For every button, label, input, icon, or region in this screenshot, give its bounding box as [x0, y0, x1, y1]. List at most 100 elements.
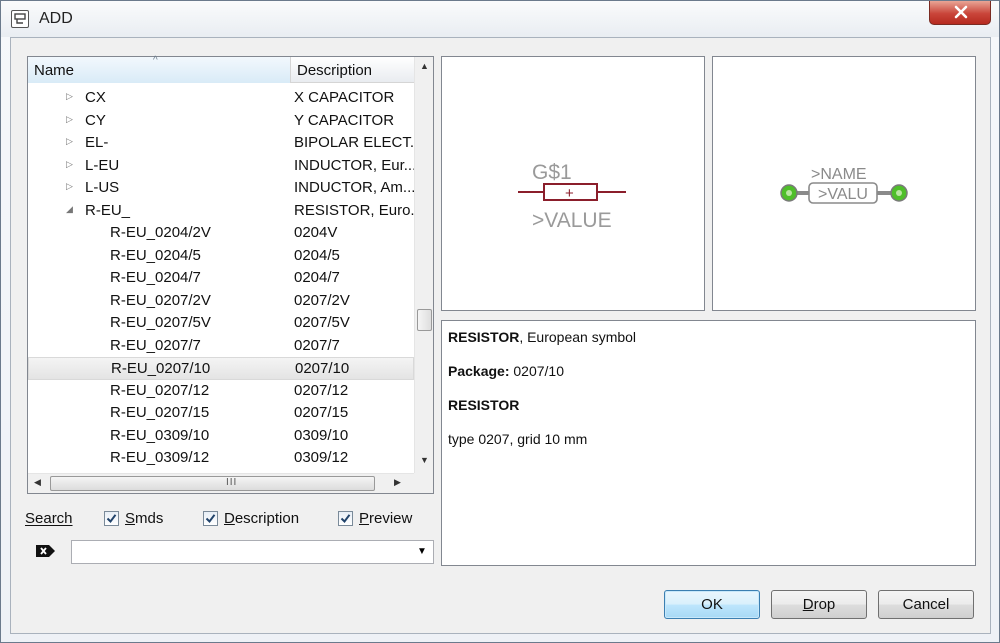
- tree-row-name: L-EU: [85, 156, 120, 174]
- symbol-preview: G$1 + >VALUE: [441, 56, 705, 311]
- window-title: ADD: [39, 10, 73, 27]
- scroll-down-icon[interactable]: ▼: [420, 455, 429, 465]
- ok-button[interactable]: OK: [664, 590, 760, 619]
- tree-row-name: R-EU_0207/15: [110, 404, 210, 421]
- collapsed-arrow-icon[interactable]: ▷: [66, 181, 73, 192]
- symbol-name-text: G$1: [532, 161, 572, 184]
- collapsed-arrow-icon[interactable]: ▷: [66, 91, 73, 102]
- tree-rows: ▷ CX X CAPACITOR ▷ CY Y CAPACITOR ▷ EL- BIPOLAR …: [28, 87, 414, 470]
- tree-row[interactable]: R-EU_0207/15 0207/15: [28, 402, 414, 425]
- vertical-scroll-thumb[interactable]: [417, 309, 432, 331]
- tree-row-description: RESISTOR, Euro...: [294, 201, 414, 219]
- tree-row[interactable]: ▷ CY Y CAPACITOR: [28, 110, 414, 133]
- smds-checkbox[interactable]: Smds: [104, 510, 163, 527]
- tree-row-name: R-EU_0207/7: [110, 336, 201, 354]
- tree-row-description: X CAPACITOR: [294, 89, 395, 106]
- tree-row[interactable]: R-EU_0207/12 0207/12: [28, 380, 414, 403]
- info-line-3: RESISTOR: [448, 397, 520, 413]
- checkmark-icon: [106, 514, 117, 524]
- horizontal-scroll-thumb[interactable]: III: [50, 476, 375, 491]
- tree-row-description: BIPOLAR ELECT...: [294, 134, 414, 151]
- tree-header: ^ Name Description: [28, 55, 414, 83]
- symbol-value-text: >VALUE: [532, 209, 612, 232]
- scroll-up-icon[interactable]: ▲: [420, 61, 429, 71]
- collapsed-arrow-icon[interactable]: ▷: [66, 114, 73, 125]
- tree-row-name: R-EU_0207/5V: [110, 314, 211, 331]
- tree-row-name: L-US: [85, 179, 120, 196]
- info-line-4: type 0207, grid 10 mm: [448, 431, 588, 447]
- package-value-text: >VALU: [818, 186, 868, 203]
- tree-row[interactable]: ▷ L-US INDUCTOR, Am...: [28, 177, 414, 200]
- close-button[interactable]: [929, 1, 991, 25]
- tree-row-description: 0204/7: [294, 269, 340, 286]
- close-icon: [954, 5, 968, 19]
- tree-row[interactable]: R-EU_0204/2V 0204V: [28, 222, 414, 245]
- preview-label: Preview: [359, 510, 413, 527]
- column-header-name[interactable]: ^ Name: [28, 55, 291, 83]
- tree-row[interactable]: R-EU_0204/5 0204/5: [28, 245, 414, 268]
- tree-row[interactable]: ▷ EL- BIPOLAR ELECT...: [28, 132, 414, 155]
- tree-row-description: INDUCTOR, Eur...: [294, 156, 414, 174]
- column-description-label: Description: [297, 62, 373, 79]
- pad-left-hole: [786, 190, 792, 196]
- search-label: Search: [25, 510, 73, 527]
- column-header-description[interactable]: Description: [292, 57, 414, 83]
- tree-row-name: R-EU_0207/2V: [110, 291, 211, 309]
- tree-row[interactable]: R-EU_0207/10 0207/10: [28, 357, 414, 380]
- device-tree: ^ Name Description ▷ CX X CAPACITOR ▷ CY Y CA…: [27, 55, 434, 494]
- scroll-right-icon[interactable]: ▶: [394, 477, 401, 488]
- tree-row[interactable]: R-EU_0309/10 0309/10: [28, 425, 414, 448]
- preview-checkbox[interactable]: Preview: [338, 510, 412, 527]
- description-label: Description: [224, 510, 300, 527]
- tree-row[interactable]: ◢ R-EU_ RESISTOR, Euro...: [28, 200, 414, 223]
- tree-row[interactable]: ▷ CX X CAPACITOR: [28, 87, 414, 110]
- tree-row[interactable]: R-EU_0207/7 0207/7: [28, 335, 414, 358]
- tree-row-name: EL-: [85, 134, 109, 151]
- description-check-box[interactable]: [203, 511, 218, 526]
- checkmark-icon: [340, 514, 351, 524]
- search-input[interactable]: ▼: [71, 540, 434, 564]
- collapsed-arrow-icon[interactable]: ▷: [66, 159, 73, 170]
- smds-label: Smds: [125, 510, 164, 527]
- tree-row[interactable]: R-EU_0207/2V 0207/2V: [28, 290, 414, 313]
- tree-row-description: 0207/15: [294, 404, 349, 421]
- cancel-button[interactable]: Cancel: [878, 590, 974, 619]
- tree-row-name: R-EU_0207/12: [110, 381, 210, 399]
- smds-check-box[interactable]: [104, 511, 119, 526]
- column-name-label: Name: [34, 62, 75, 79]
- preview-check-box[interactable]: [338, 511, 353, 526]
- info-line-2: Package: 0207/10: [448, 363, 564, 379]
- chevron-down-icon[interactable]: ▼: [417, 546, 427, 557]
- vertical-scrollbar[interactable]: ▲ ▼: [414, 57, 433, 473]
- tree-row-name: R-EU_0309/12: [110, 449, 210, 466]
- title-bar: ADD: [1, 1, 999, 37]
- tree-row-description: 0204V: [294, 224, 338, 241]
- description-panel: RESISTOR, European symbol Package: 0207/…: [441, 320, 976, 566]
- tree-row-name: R-EU_0204/2V: [110, 224, 211, 241]
- pad-right-hole: [896, 190, 902, 196]
- tree-row-name: CX: [85, 89, 106, 106]
- scroll-grip: III: [226, 477, 238, 488]
- search-tag-icon: [36, 545, 55, 557]
- add-dialog: ADD ^ Name Description ▷ CX X CAPACITOR ▷ CY…: [0, 0, 1000, 643]
- tree-row[interactable]: ▷ L-EU INDUCTOR, Eur...: [28, 155, 414, 178]
- description-checkbox[interactable]: Description: [203, 510, 299, 527]
- tree-row-name: R-EU_0207/10: [111, 360, 211, 377]
- tree-row-description: 0207/2V: [294, 291, 350, 309]
- package-preview: >NAME >VALU: [712, 56, 976, 311]
- tree-row[interactable]: R-EU_0204/7 0204/7: [28, 267, 414, 290]
- drop-button[interactable]: Drop: [771, 590, 867, 619]
- tree-row-description: 0207/7: [294, 336, 340, 354]
- collapsed-arrow-icon[interactable]: ▷: [66, 136, 73, 147]
- tree-row-name: R-EU_0204/5: [110, 246, 201, 264]
- tree-row-description: 0207/12: [294, 381, 349, 399]
- scroll-corner: [414, 473, 433, 493]
- horizontal-scrollbar[interactable]: ◀ III ▶: [28, 473, 414, 493]
- scroll-left-icon[interactable]: ◀: [34, 477, 41, 488]
- tree-row-description: 0207/5V: [294, 314, 350, 331]
- package-name-text: >NAME: [811, 166, 867, 183]
- expanded-arrow-icon[interactable]: ◢: [66, 204, 73, 215]
- tree-row[interactable]: R-EU_0207/5V 0207/5V: [28, 312, 414, 335]
- tree-row-name: CY: [85, 111, 106, 129]
- tree-row[interactable]: R-EU_0309/12 0309/12: [28, 447, 414, 470]
